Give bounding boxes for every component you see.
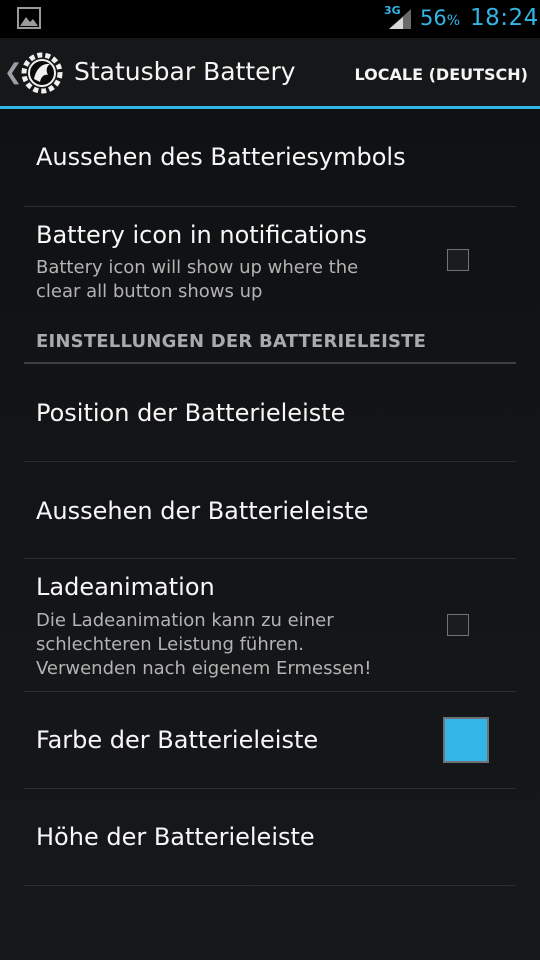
status-bar: 3G 56% 18:24 [0, 0, 540, 38]
preferences-list: Aussehen des Batteriesymbols Battery ico… [0, 109, 540, 960]
pref-title: Höhe der Batterieleiste [36, 823, 315, 851]
pref-bar-position[interactable]: Position der Batterieleiste [24, 364, 516, 462]
clock: 18:24 [470, 5, 539, 31]
pref-title: Farbe der Batterieleiste [36, 726, 319, 754]
pref-summary: Battery icon will show up where the clea… [36, 257, 359, 302]
pref-bar-height[interactable]: Höhe der Batterieleiste [24, 789, 516, 886]
battery-percent-value: 56 [420, 6, 447, 30]
pref-title: Ladeanimation [36, 573, 215, 601]
pref-bar-color[interactable]: Farbe der Batterieleiste [24, 692, 516, 789]
pref-title: Aussehen des Batteriesymbols [36, 143, 406, 171]
signal-icon [389, 9, 411, 29]
pref-bar-look[interactable]: Aussehen der Batterieleiste [24, 462, 516, 559]
pref-battery-icon-look[interactable]: Aussehen des Batteriesymbols [24, 109, 516, 207]
battery-percentage: 56% [420, 6, 460, 30]
category-title: EINSTELLUNGEN DER BATTERIELEISTE [36, 331, 427, 352]
pref-title: Battery icon in notifications [36, 221, 367, 249]
locale-button[interactable]: LOCALE (DEUTSCH) [355, 65, 528, 84]
pref-title: Position der Batterieleiste [36, 399, 346, 427]
color-swatch[interactable] [443, 717, 489, 763]
pref-summary: Die Ladeanimation kann zu einer schlecht… [36, 610, 372, 679]
pref-battery-icon-notifications[interactable]: Battery icon in notifications Battery ic… [24, 207, 516, 325]
picture-icon [17, 7, 41, 29]
category-header-battery-bar: EINSTELLUNGEN DER BATTERIELEISTE [24, 325, 516, 364]
app-logo-icon[interactable] [20, 51, 64, 95]
app-title: Statusbar Battery [74, 57, 296, 86]
charge-animation-checkbox[interactable] [447, 614, 469, 636]
battery-icon-notifications-checkbox[interactable] [447, 249, 469, 271]
percent-sign: % [446, 13, 461, 29]
pref-charge-animation[interactable]: Ladeanimation Die Ladeanimation kann zu … [24, 559, 516, 692]
pref-title: Aussehen der Batterieleiste [36, 497, 369, 525]
action-bar: ❮ Statusbar Battery LOCALE (DEUTSCH) [0, 38, 540, 109]
